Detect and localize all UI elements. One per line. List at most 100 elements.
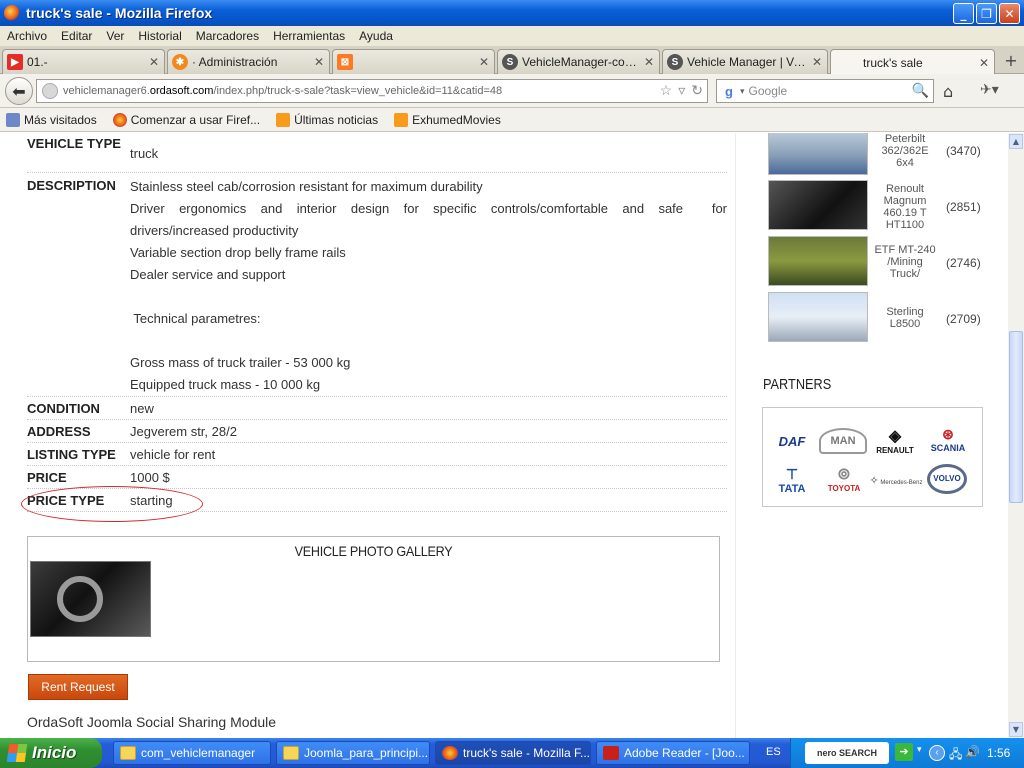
vehicle-name[interactable]: Renoult Magnum 460.19 T HT1100 bbox=[872, 183, 938, 231]
close-icon[interactable]: ✕ bbox=[977, 56, 991, 70]
bookmark-ultimas-noticias[interactable]: Últimas noticias bbox=[276, 112, 378, 127]
vehicle-thumbnail[interactable] bbox=[768, 180, 868, 230]
reload-icon[interactable]: ↻ bbox=[691, 82, 703, 99]
scroll-down-arrow-icon[interactable]: ▼ bbox=[1009, 722, 1023, 737]
tab-trucks-sale[interactable]: truck's sale ✕ bbox=[830, 49, 995, 75]
close-icon[interactable]: ✕ bbox=[477, 55, 491, 69]
tab-vehicle-manager[interactable]: S Vehicle Manager | Vehic... ✕ bbox=[662, 49, 828, 74]
detail-label: ADDRESS bbox=[27, 424, 91, 439]
vertical-scrollbar[interactable]: ▲ ▼ bbox=[1008, 133, 1024, 738]
menu-ver[interactable]: Ver bbox=[99, 29, 131, 43]
nero-search-box[interactable]: nero SEARCH bbox=[805, 742, 889, 764]
tab-label: VehicleManager-compo... bbox=[522, 55, 642, 69]
close-icon[interactable]: ✕ bbox=[642, 55, 656, 69]
man-logo[interactable]: MAN bbox=[819, 428, 867, 454]
mercedes-logo[interactable]: ✧ Mercedes-Benz bbox=[867, 474, 925, 487]
menu-bar: Archivo Editar Ver Historial Marcadores … bbox=[0, 26, 1024, 46]
description-line: Dealer service and support bbox=[130, 267, 286, 282]
language-indicator[interactable]: ES bbox=[766, 746, 781, 758]
addon-icon[interactable]: ✈▾ bbox=[980, 82, 999, 98]
back-button[interactable]: ⬅ bbox=[5, 77, 33, 105]
side-vehicle-item[interactable]: Sterling L8500 (2709) bbox=[768, 292, 981, 344]
menu-editar[interactable]: Editar bbox=[54, 29, 99, 43]
side-vehicle-item[interactable]: ETF MT-240 /Mining Truck/ (2746) bbox=[768, 236, 981, 288]
tab-administracion[interactable]: ✱ · Administración ✕ bbox=[167, 49, 330, 74]
system-tray: ES nero SEARCH ➔ ▾ ‹ 🖧 🔊 1:56 bbox=[766, 738, 1024, 768]
vehicle-thumbnail[interactable] bbox=[768, 292, 868, 342]
menu-herramientas[interactable]: Herramientas bbox=[266, 29, 352, 43]
maximize-button[interactable]: ❐ bbox=[976, 3, 997, 24]
minimize-button[interactable]: _ bbox=[953, 3, 974, 24]
close-window-button[interactable]: ✕ bbox=[999, 3, 1020, 24]
description-line bbox=[130, 286, 727, 308]
search-icon[interactable]: 🔍 bbox=[912, 82, 929, 99]
tab-bar: ▶ 01.- ✕ ✱ · Administración ✕ ⊠ ✕ S Vehi… bbox=[0, 46, 1024, 75]
tab-youtube[interactable]: ▶ 01.- ✕ bbox=[2, 49, 165, 74]
menu-historial[interactable]: Historial bbox=[131, 29, 188, 43]
vehicle-name[interactable]: Sterling L8500 bbox=[872, 306, 938, 330]
vehicle-name[interactable]: Peterbilt 362/362E 6x4 bbox=[872, 133, 938, 169]
dropdown-arrow-icon[interactable]: ▿ bbox=[678, 82, 685, 99]
toyota-logo[interactable]: ⊚ TOYOTA bbox=[821, 464, 867, 493]
rss-icon bbox=[276, 112, 291, 127]
description-line: Gross mass of truck trailer - 53 000 kg bbox=[130, 355, 351, 370]
new-tab-button[interactable]: + bbox=[1002, 52, 1020, 70]
google-icon[interactable]: g bbox=[721, 83, 737, 99]
folder-icon bbox=[120, 746, 136, 760]
tab-vehiclemanager-component[interactable]: S VehicleManager-compo... ✕ bbox=[497, 49, 660, 74]
vehicle-count: (3470) bbox=[946, 144, 981, 158]
scania-logo[interactable]: ⊛ SCANIA bbox=[923, 426, 973, 453]
task-firefox[interactable]: truck's sale - Mozilla F... bbox=[435, 741, 591, 765]
chevron-down-icon[interactable]: ▾ bbox=[740, 86, 745, 97]
start-label: Inicio bbox=[32, 743, 77, 762]
url-bar[interactable]: vehiclemanager6. ordasoft.com/index.php/t… bbox=[36, 79, 708, 103]
daf-logo[interactable]: DAF bbox=[769, 434, 815, 449]
s-icon: S bbox=[667, 54, 683, 70]
search-input[interactable]: Google bbox=[749, 84, 788, 98]
tray-expand-icon[interactable]: ‹ bbox=[929, 745, 945, 761]
bookmark-comenzar[interactable]: Comenzar a usar Firef... bbox=[112, 112, 260, 127]
tab-xampp[interactable]: ⊠ ✕ bbox=[332, 49, 495, 74]
go-arrow-icon[interactable]: ➔ bbox=[895, 743, 913, 761]
task-com-vehiclemanager[interactable]: com_vehiclemanager bbox=[113, 741, 271, 765]
bookmark-exhumedmovies[interactable]: ExhumedMovies bbox=[394, 112, 501, 127]
start-button[interactable]: Inicio bbox=[0, 738, 102, 768]
clock[interactable]: 1:56 bbox=[987, 746, 1010, 760]
close-icon[interactable]: ✕ bbox=[312, 55, 326, 69]
youtube-icon: ▶ bbox=[7, 54, 23, 70]
scrollbar-thumb[interactable] bbox=[1009, 331, 1023, 503]
vehicle-thumbnail[interactable] bbox=[768, 236, 868, 286]
bookmarks-bar: Más visitados Comenzar a usar Firef... Ú… bbox=[0, 108, 1024, 132]
firefox-icon bbox=[4, 5, 20, 21]
menu-ayuda[interactable]: Ayuda bbox=[352, 29, 400, 43]
task-adobe-reader[interactable]: Adobe Reader - [Joo... bbox=[596, 741, 750, 765]
renault-logo[interactable]: ◈ RENAULT bbox=[871, 426, 919, 455]
description-line: Stainless steel cab/corrosion resistant … bbox=[130, 179, 483, 194]
description-line: Technical parametres: bbox=[130, 311, 261, 326]
menu-marcadores[interactable]: Marcadores bbox=[189, 29, 266, 43]
search-bar[interactable]: g ▾ Google 🔍 bbox=[716, 79, 934, 103]
description-line: Variable section drop belly frame rails bbox=[130, 245, 346, 260]
scroll-up-arrow-icon[interactable]: ▲ bbox=[1009, 134, 1023, 149]
menu-archivo[interactable]: Archivo bbox=[0, 29, 54, 43]
volvo-logo[interactable]: VOLVO bbox=[927, 464, 967, 494]
tata-logo[interactable]: ⊤ TATA bbox=[769, 466, 815, 495]
home-icon[interactable]: ⌂ bbox=[943, 82, 953, 101]
close-icon[interactable]: ✕ bbox=[147, 55, 161, 69]
close-icon[interactable]: ✕ bbox=[810, 55, 824, 69]
bookmark-star-icon[interactable]: ☆ bbox=[660, 82, 673, 99]
blank-page-icon bbox=[835, 55, 851, 71]
vehicle-name[interactable]: ETF MT-240 /Mining Truck/ bbox=[872, 244, 938, 280]
gallery-photo-cab-interior[interactable] bbox=[30, 561, 151, 637]
rent-request-button[interactable]: Rent Request bbox=[28, 674, 128, 700]
side-vehicle-item[interactable]: Peterbilt 362/362E 6x4 (3470) bbox=[768, 133, 981, 177]
vehicle-thumbnail[interactable] bbox=[768, 133, 868, 175]
network-icon[interactable]: 🖧 bbox=[949, 745, 962, 766]
volume-icon[interactable]: 🔊 bbox=[965, 745, 980, 759]
side-vehicle-item[interactable]: Renoult Magnum 460.19 T HT1100 (2851) bbox=[768, 180, 981, 232]
task-joomla-folder[interactable]: Joomla_para_principi... bbox=[276, 741, 430, 765]
bookmark-mas-visitados[interactable]: Más visitados bbox=[6, 112, 97, 127]
chevron-down-icon[interactable]: ▾ bbox=[917, 744, 922, 755]
site-identity-icon[interactable] bbox=[42, 83, 58, 99]
rss-icon bbox=[394, 112, 409, 127]
